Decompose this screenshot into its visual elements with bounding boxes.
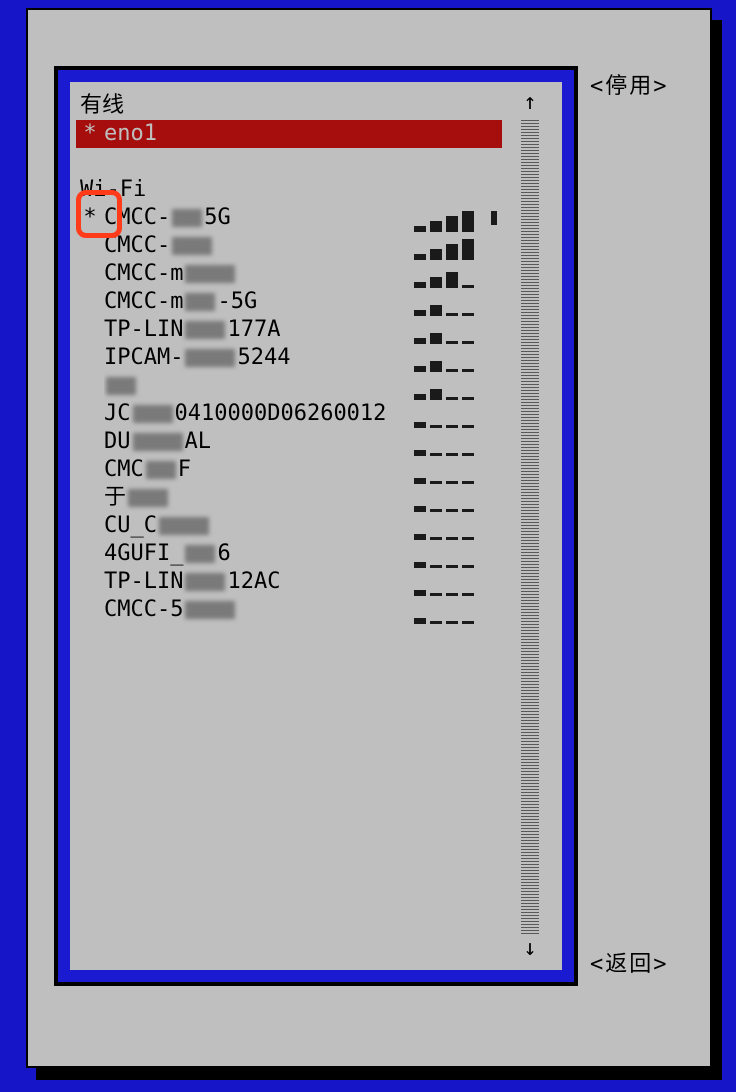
wifi-connection-item[interactable]: TP-LIN12AC [76,568,502,596]
connection-name: 4GUFI_6 [104,540,414,568]
signal-strength-icon [414,428,486,456]
scroll-down-icon[interactable]: ↓ [523,938,536,960]
disable-button[interactable]: <停用> [590,68,669,100]
connection-list-panel: 有线*eno1Wi-Fi*CMCC-5GCMCC-CMCC-mCMCC-m-5G… [54,66,578,986]
signal-strength-icon [414,400,486,428]
panel-inner-frame: 有线*eno1Wi-Fi*CMCC-5GCMCC-CMCC-mCMCC-m-5G… [66,78,566,974]
connection-list[interactable]: 有线*eno1Wi-Fi*CMCC-5GCMCC-CMCC-mCMCC-m-5G… [76,92,502,960]
scrollbar[interactable]: ↑ ↓ [518,92,542,960]
wifi-connection-item[interactable]: TP-LIN177A [76,316,502,344]
wifi-connection-item[interactable]: *CMCC-5G [76,204,502,232]
wifi-section-title: Wi-Fi [76,176,502,204]
active-marker: * [76,204,104,232]
connection-name: eno1 [104,120,502,148]
connection-name: DUAL [104,428,414,456]
signal-strength-icon [414,456,486,484]
back-button[interactable]: <返回> [590,946,669,978]
active-marker: * [76,120,104,148]
connection-name: JC0410000D06260012 [104,400,414,428]
signal-strength-icon [414,316,486,344]
connection-name: CU_C [104,512,414,540]
wifi-connection-item[interactable]: DUAL [76,428,502,456]
signal-strength-icon [414,344,486,372]
connection-name: TP-LIN12AC [104,568,414,596]
signal-strength-icon [414,260,486,288]
connection-name: 于 [104,484,414,512]
wired-section-title: 有线 [76,92,502,120]
connection-name: CMCC-5G [104,204,414,232]
wifi-connection-item[interactable]: CMCC-m [76,260,502,288]
wifi-connection-item[interactable]: CMCC- [76,232,502,260]
signal-strength-icon [414,232,486,260]
scroll-track[interactable] [521,118,539,934]
scroll-up-icon[interactable]: ↑ [523,92,536,114]
wifi-connection-item[interactable]: 于 [76,484,502,512]
wifi-connection-item[interactable]: CMCC-m-5G [76,288,502,316]
connection-name: TP-LIN177A [104,316,414,344]
wifi-connection-item[interactable]: IPCAM-5244 [76,344,502,372]
connection-name: CMCC-m [104,260,414,288]
signal-strength-icon [414,568,486,596]
nmtui-window: 有线*eno1Wi-Fi*CMCC-5GCMCC-CMCC-mCMCC-m-5G… [26,8,712,1068]
connection-name: IPCAM-5244 [104,344,414,372]
wired-connection-item[interactable]: *eno1 [76,120,502,148]
wifi-connection-item[interactable]: JC0410000D06260012 [76,400,502,428]
wifi-connection-item[interactable]: CMCC-5 [76,596,502,624]
wifi-connection-item[interactable] [76,372,502,400]
signal-strength-icon [414,540,486,568]
wifi-connection-item[interactable]: CU_C [76,512,502,540]
signal-strength-icon [414,596,486,624]
wifi-connection-item[interactable]: CMCF [76,456,502,484]
connection-name: CMCC- [104,232,414,260]
signal-strength-icon [414,204,486,232]
signal-strength-icon [414,512,486,540]
spacer [76,148,502,176]
connection-name: CMCC-5 [104,596,414,624]
signal-strength-icon [414,372,486,400]
signal-strength-icon [414,288,486,316]
wifi-connection-item[interactable]: 4GUFI_6 [76,540,502,568]
connection-name [104,372,414,400]
secure-lock-icon [486,211,502,225]
connection-name: CMCF [104,456,414,484]
connection-name: CMCC-m-5G [104,288,414,316]
signal-strength-icon [414,484,486,512]
